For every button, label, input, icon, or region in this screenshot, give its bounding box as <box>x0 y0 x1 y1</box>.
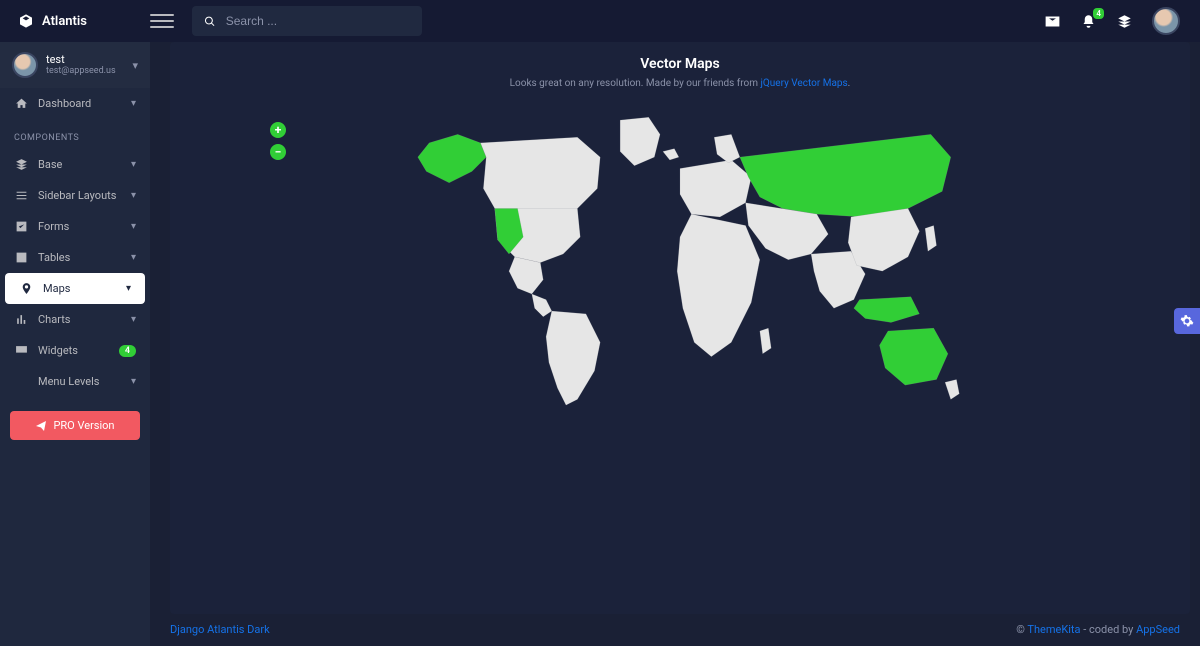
sidebar-item-label: Widgets <box>38 344 109 357</box>
search-input[interactable] <box>224 13 410 29</box>
sidebar-item-label: Tables <box>38 251 121 264</box>
page-subtitle: Looks great on any resolution. Made by o… <box>170 72 1190 99</box>
chevron-down-icon: ▾ <box>131 159 136 170</box>
sidebar-item-tables[interactable]: Tables ▾ <box>0 242 150 273</box>
gear-icon <box>1180 314 1194 328</box>
paper-plane-icon <box>35 420 47 432</box>
sidebar-item-label: Menu Levels <box>38 375 121 388</box>
chevron-down-icon: ▾ <box>131 190 136 201</box>
brand[interactable]: Atlantis <box>0 13 150 29</box>
main-content: Vector Maps Looks great on any resolutio… <box>150 42 1200 612</box>
check-square-icon <box>14 220 28 233</box>
world-map[interactable] <box>170 99 1190 411</box>
sidebar: test test@appseed.us ▾ Dashboard ▾ COMPO… <box>0 42 150 646</box>
sidebar-section-label: COMPONENTS <box>0 119 150 149</box>
messages-icon[interactable] <box>1044 13 1060 29</box>
zoom-in-button[interactable]: + <box>270 122 286 138</box>
brand-name: Atlantis <box>42 14 87 29</box>
search-icon <box>204 15 216 28</box>
chevron-down-icon: ▾ <box>131 314 136 325</box>
subtitle-link[interactable]: jQuery Vector Maps <box>761 78 848 89</box>
chart-icon <box>14 313 28 326</box>
sidebar-item-maps[interactable]: Maps ▾ <box>5 273 145 304</box>
sidebar-item-base[interactable]: Base ▾ <box>0 149 150 180</box>
sidebar-item-charts[interactable]: Charts ▾ <box>0 304 150 335</box>
page-title: Vector Maps <box>170 42 1190 72</box>
list-icon <box>14 189 28 202</box>
sidebar-item-badge: 4 <box>119 345 136 357</box>
map-card: Vector Maps Looks great on any resolutio… <box>170 42 1190 614</box>
notifications-icon[interactable]: 4 <box>1080 13 1096 29</box>
footer-right: © ThemeKita - coded by AppSeed <box>1016 623 1180 636</box>
layers-icon[interactable] <box>1116 13 1132 29</box>
pro-version-button[interactable]: PRO Version <box>10 411 140 440</box>
footer-themekita-link[interactable]: ThemeKita <box>1027 623 1080 636</box>
home-icon <box>14 97 28 110</box>
footer: Django Atlantis Dark © ThemeKita - coded… <box>150 612 1200 646</box>
footer-appseed-link[interactable]: AppSeed <box>1136 623 1180 636</box>
sidebar-item-dashboard[interactable]: Dashboard ▾ <box>0 88 150 119</box>
sidebar-item-label: Dashboard <box>38 97 121 110</box>
monitor-icon <box>14 344 28 357</box>
search-box[interactable] <box>192 6 422 36</box>
sidebar-item-forms[interactable]: Forms ▾ <box>0 211 150 242</box>
settings-tab[interactable] <box>1174 308 1200 334</box>
topbar: Atlantis 4 <box>0 0 1200 42</box>
sidebar-item-label: Maps <box>43 282 116 295</box>
chevron-down-icon: ▾ <box>131 252 136 263</box>
chevron-down-icon: ▾ <box>132 59 138 72</box>
sidebar-item-label: Charts <box>38 313 121 326</box>
sidebar-item-widgets[interactable]: Widgets 4 <box>0 335 150 366</box>
sidebar-user-name: test <box>46 53 116 66</box>
menu-toggle-icon[interactable] <box>150 14 174 28</box>
pro-version-label: PRO Version <box>53 419 114 432</box>
table-icon <box>14 251 28 264</box>
layers-icon <box>14 158 28 171</box>
footer-left-link[interactable]: Django Atlantis Dark <box>170 623 270 636</box>
bars-icon <box>14 375 28 388</box>
sidebar-item-label: Base <box>38 158 121 171</box>
sidebar-item-label: Forms <box>38 220 121 233</box>
chevron-down-icon: ▾ <box>126 283 131 294</box>
sidebar-user[interactable]: test test@appseed.us ▾ <box>0 42 150 88</box>
sidebar-item-label: Sidebar Layouts <box>38 189 121 202</box>
notifications-badge: 4 <box>1093 8 1104 19</box>
chevron-down-icon: ▾ <box>131 376 136 387</box>
zoom-out-button[interactable]: − <box>270 144 286 160</box>
sidebar-item-sidebar-layouts[interactable]: Sidebar Layouts ▾ <box>0 180 150 211</box>
map-pin-icon <box>19 282 33 295</box>
chevron-down-icon: ▾ <box>131 221 136 232</box>
topbar-actions: 4 <box>1044 7 1200 35</box>
zoom-controls: + − <box>270 122 286 160</box>
sidebar-user-avatar <box>12 52 38 78</box>
sidebar-user-email: test@appseed.us <box>46 66 116 77</box>
sidebar-item-menu-levels[interactable]: Menu Levels ▾ <box>0 366 150 397</box>
user-avatar[interactable] <box>1152 7 1180 35</box>
chevron-down-icon: ▾ <box>131 98 136 109</box>
brand-logo-icon <box>18 13 34 29</box>
